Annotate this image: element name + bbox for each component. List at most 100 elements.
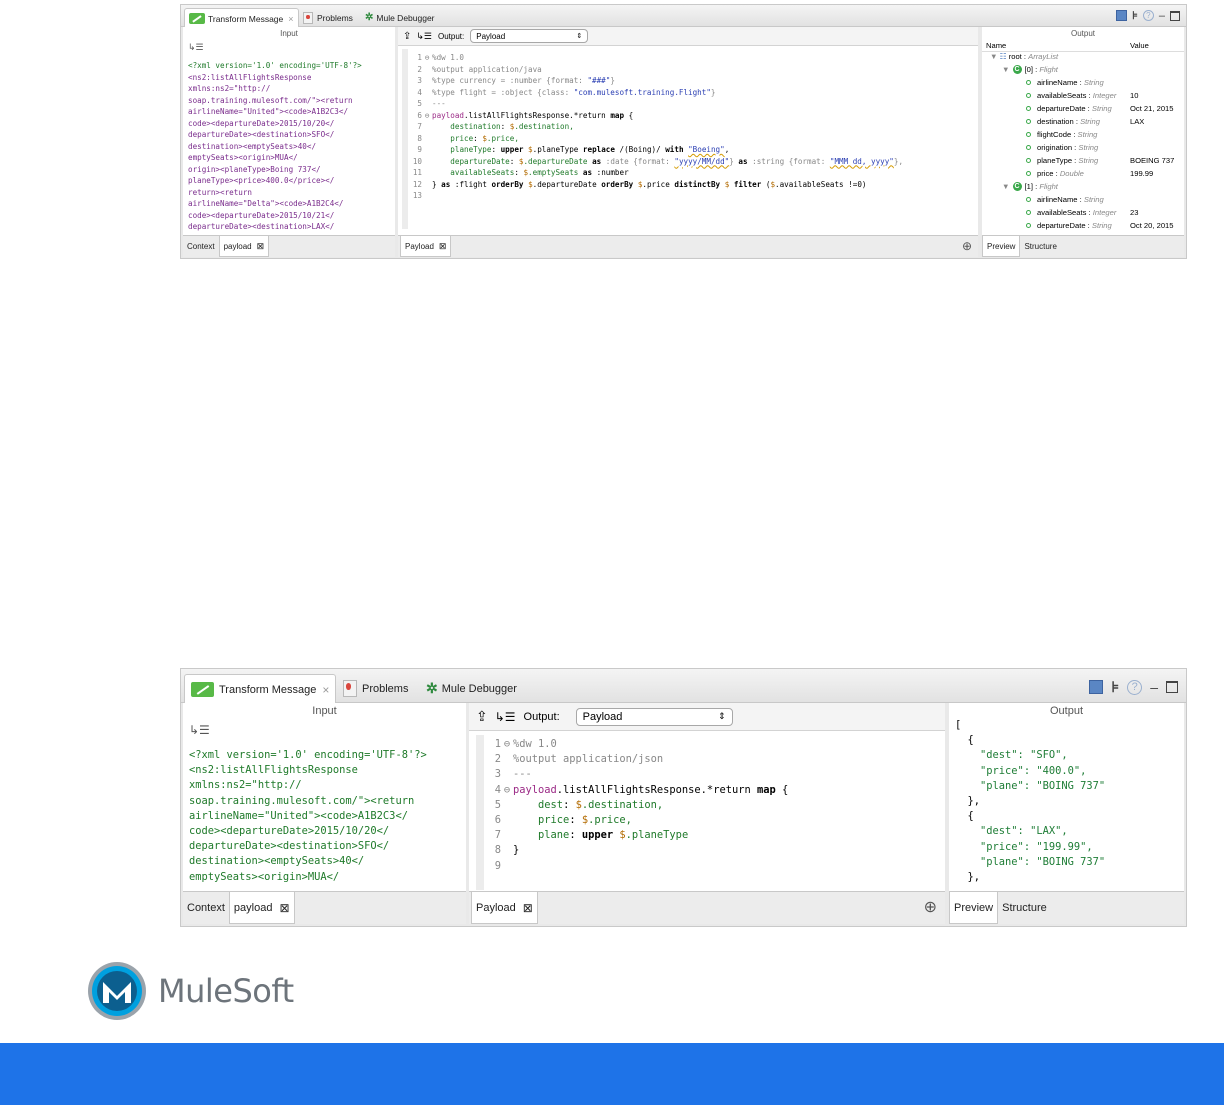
tab-payload-editor[interactable]: Payload ⊠ bbox=[471, 892, 538, 924]
tab-payload-input[interactable]: payload ⊠ bbox=[228, 892, 295, 924]
help-icon[interactable]: ? bbox=[1142, 10, 1154, 21]
tree-row-field[interactable]: departureDate : String bbox=[1026, 221, 1112, 230]
close-icon[interactable]: ⊠ bbox=[439, 241, 447, 252]
tab-context[interactable]: Context bbox=[183, 892, 229, 924]
expand-triangle-icon[interactable]: ▼ bbox=[1002, 182, 1010, 191]
field-icon bbox=[1026, 171, 1031, 176]
tree-row-field[interactable]: airlineName : String bbox=[1026, 195, 1104, 204]
minimize-icon[interactable]: – bbox=[1159, 10, 1165, 22]
tab-context[interactable]: Context bbox=[183, 236, 219, 257]
expand-triangle-icon[interactable]: ▼ bbox=[1002, 65, 1010, 74]
tab-transform-message[interactable]: Transform Message × bbox=[184, 8, 299, 28]
help-icon[interactable]: ? bbox=[1127, 679, 1143, 695]
fold-icon[interactable]: ⊖ bbox=[501, 783, 513, 798]
code-editor[interactable]: 1 ⊖ %dw 1.0 2 %output application/java 3 %ty… bbox=[410, 52, 903, 202]
code-text: %output application/java bbox=[432, 64, 542, 74]
tab-label: Problems bbox=[317, 12, 353, 23]
code-editor[interactable]: 1 ⊖ %dw 1.0 2 %output application/json 3 ---… bbox=[487, 737, 789, 874]
editor-gutter bbox=[476, 735, 484, 890]
code-line: 5 dest: $.destination, bbox=[487, 798, 788, 813]
code-line: 13 bbox=[410, 190, 903, 202]
tab-preview[interactable]: Preview bbox=[949, 892, 999, 924]
input-toggle-icon[interactable]: ↳☰ bbox=[188, 42, 204, 53]
xml-line: soap.training.mulesoft.com/"><return bbox=[188, 95, 353, 105]
tree-row-field[interactable]: availableSeats : Integer bbox=[1026, 208, 1116, 217]
line-number: 8 bbox=[417, 133, 422, 143]
tab-structure[interactable]: Structure bbox=[998, 892, 1051, 924]
tree-row-field[interactable]: planeType : String bbox=[1026, 156, 1098, 165]
close-icon[interactable]: × bbox=[288, 14, 293, 24]
export-icon[interactable]: ⇪ bbox=[403, 31, 411, 42]
fold-icon[interactable]: ⊖ bbox=[501, 737, 513, 752]
tree-row-root[interactable]: ▼ ☷ root : ArrayList bbox=[990, 52, 1058, 61]
expand-triangle-icon[interactable]: ▼ bbox=[990, 52, 998, 61]
value-cell: 10 bbox=[1130, 91, 1139, 100]
class-icon: C bbox=[1012, 65, 1022, 74]
tree-row-field[interactable]: departureDate : String bbox=[1026, 104, 1112, 113]
toggle-layout-icon[interactable]: ↳☰ bbox=[495, 710, 516, 724]
field-icon bbox=[1026, 197, 1031, 202]
minimize-icon[interactable]: – bbox=[1150, 679, 1158, 695]
tree-name: flightCode : String bbox=[1037, 130, 1098, 139]
tree-name: price : Double bbox=[1037, 169, 1084, 178]
tab-problems[interactable]: Problems bbox=[303, 8, 353, 27]
close-icon[interactable]: ⊠ bbox=[257, 241, 265, 252]
tab-payload-input[interactable]: payload ⊠ bbox=[218, 236, 270, 257]
tree-row-field[interactable]: destination : String bbox=[1026, 117, 1100, 126]
node-name: airlineName bbox=[1037, 195, 1078, 204]
add-icon[interactable]: ⊕ bbox=[924, 897, 937, 917]
tab-transform-message[interactable]: Transform Message × bbox=[184, 674, 337, 704]
tree-row-field[interactable]: flightCode : String bbox=[1026, 130, 1097, 139]
node-name: flightCode bbox=[1037, 130, 1072, 139]
value-cell: Oct 21, 2015 bbox=[1130, 104, 1174, 113]
xml-line: xmlns:ns2="http:// bbox=[189, 779, 302, 792]
problems-icon bbox=[303, 11, 313, 24]
tab-structure[interactable]: Structure bbox=[1020, 236, 1060, 257]
close-icon[interactable]: ⊠ bbox=[279, 901, 289, 915]
tab-problems[interactable]: Problems bbox=[343, 674, 408, 703]
tree-row-field[interactable]: origination : String bbox=[1026, 143, 1098, 152]
xml-line: <?xml version='1.0' encoding='UTF-8'?> bbox=[189, 749, 427, 761]
save-icon[interactable] bbox=[1089, 680, 1104, 694]
xml-line: departureDate><destination>SFO</ bbox=[188, 130, 335, 139]
tab-payload-editor[interactable]: Payload ⊠ bbox=[400, 236, 452, 257]
code-text: payload.listAllFlightsResponse.*return m… bbox=[432, 110, 634, 120]
fold-icon[interactable]: ⊖ bbox=[422, 110, 432, 122]
tree-row-field[interactable]: price : Double bbox=[1026, 169, 1084, 178]
tree-layout-icon[interactable]: ⊧ bbox=[1132, 9, 1138, 22]
xml-line: origin><planeType>Boing 737</ bbox=[188, 164, 321, 174]
window-controls: ⊧ ? – bbox=[1116, 9, 1180, 22]
json-line: "plane": "BOING 737" bbox=[955, 855, 1106, 868]
mulesoft-logo: MuleSoft bbox=[86, 960, 294, 1022]
export-icon[interactable]: ⇪ bbox=[476, 708, 488, 725]
input-toggle-icon[interactable]: ↳☰ bbox=[189, 723, 210, 737]
code-text: planeType: upper $.planeType replace /(B… bbox=[450, 145, 730, 154]
editor-toolbar: ⇪ ↳☰ Output: Payload ⇕ bbox=[469, 703, 945, 731]
xml-line: airlineName="United"><code>A1B2C3</ bbox=[189, 809, 408, 822]
output-select[interactable]: Payload ⇕ bbox=[470, 29, 589, 43]
add-icon[interactable]: ⊕ bbox=[962, 239, 972, 253]
xml-line: code><departureDate>2015/10/21</ bbox=[188, 210, 335, 220]
close-icon[interactable]: × bbox=[322, 683, 329, 697]
tree-row-item-1[interactable]: ▼ C [1] : Flight bbox=[1002, 182, 1058, 191]
line-number: 1 bbox=[494, 738, 501, 750]
close-icon[interactable]: ⊠ bbox=[523, 901, 533, 915]
tree-row-item-0[interactable]: ▼ C [0] : Flight bbox=[1002, 65, 1058, 74]
tree-row-field[interactable]: airlineName : String bbox=[1026, 78, 1104, 87]
maximize-icon[interactable] bbox=[1170, 10, 1180, 21]
output-select[interactable]: Payload ⇕ bbox=[575, 707, 733, 726]
line-number: 9 bbox=[417, 145, 422, 154]
save-icon[interactable] bbox=[1116, 10, 1128, 21]
output-header: Output bbox=[1070, 29, 1095, 38]
xml-line: code><departureDate>2015/10/20</ bbox=[189, 825, 390, 838]
tree-row-field[interactable]: availableSeats : Integer bbox=[1026, 91, 1116, 100]
xml-line: destination><emptySeats>40</ bbox=[188, 141, 317, 151]
fold-icon[interactable]: ⊖ bbox=[422, 52, 432, 64]
maximize-icon[interactable] bbox=[1166, 681, 1178, 693]
toggle-layout-icon[interactable]: ↳☰ bbox=[416, 31, 432, 42]
tab-preview[interactable]: Preview bbox=[982, 236, 1021, 257]
tab-mule-debugger[interactable]: ✲ Mule Debugger bbox=[365, 8, 435, 27]
tree-layout-icon[interactable]: ⊧ bbox=[1111, 678, 1119, 696]
tab-mule-debugger[interactable]: ✲ Mule Debugger bbox=[426, 674, 517, 703]
code-text: %output application/json bbox=[513, 753, 664, 766]
